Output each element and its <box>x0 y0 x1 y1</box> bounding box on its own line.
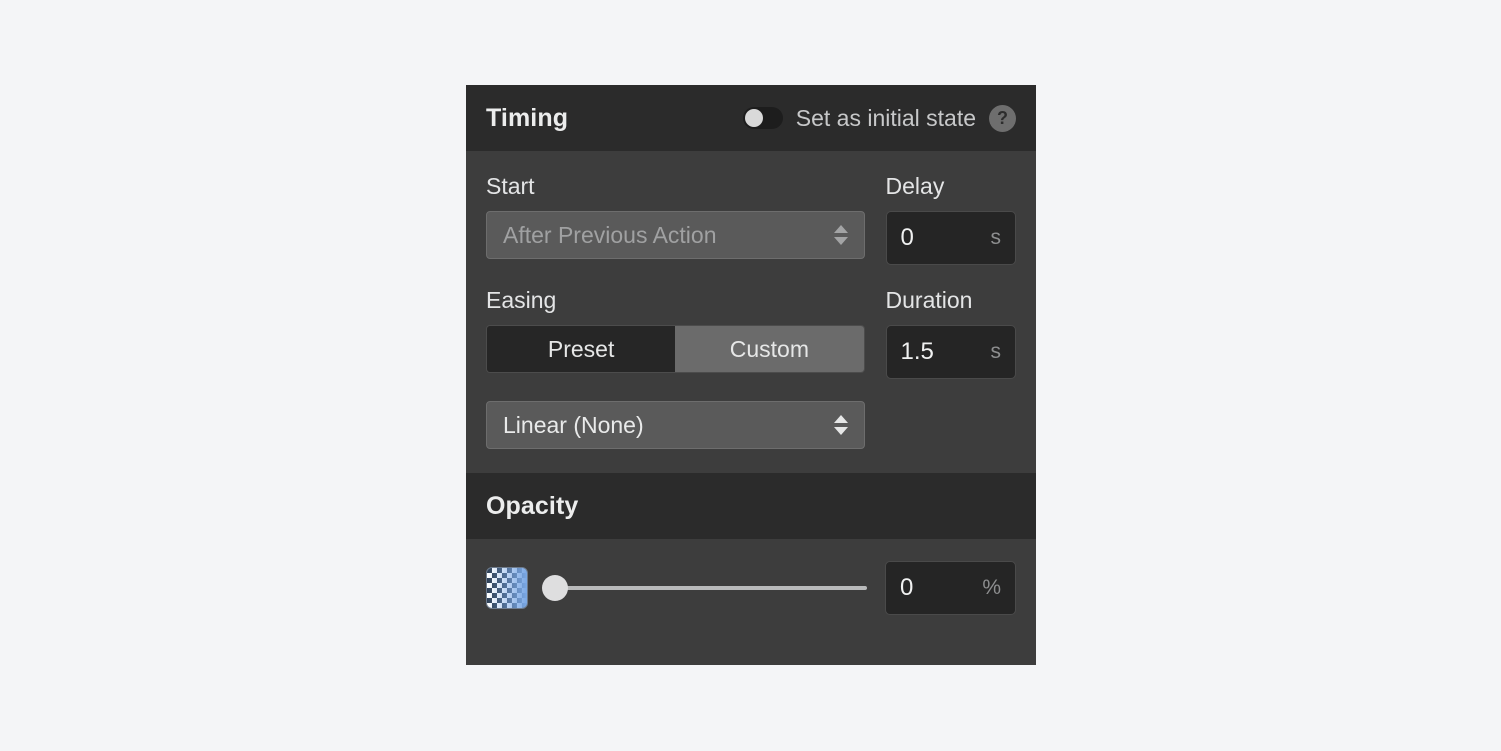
easing-curve-value: Linear (None) <box>503 411 644 438</box>
set-as-initial-state-label: Set as initial state <box>795 104 976 131</box>
easing-curve-spacer <box>886 379 1016 449</box>
delay-value: 0 <box>900 224 914 251</box>
duration-unit: s <box>990 340 1002 363</box>
opacity-slider-track <box>550 586 867 590</box>
timing-header-controls: Set as initial state ? <box>742 104 1016 132</box>
easing-curve-row: Linear (None) <box>486 379 1016 449</box>
easing-curve-select[interactable]: Linear (None) <box>486 401 865 449</box>
easing-duration-label-row: Easing Duration <box>486 265 1016 312</box>
opacity-section-header: Opacity <box>466 473 1036 539</box>
duration-field-wrapper: 1.5 s <box>885 312 1016 379</box>
delay-label: Delay <box>885 173 945 199</box>
delay-field-wrapper: 0 s <box>885 198 1016 265</box>
opacity-slider-thumb[interactable] <box>542 575 568 601</box>
duration-value: 1.5 <box>900 338 934 365</box>
opacity-section-title: Opacity <box>486 491 579 520</box>
timing-bottom-spacer <box>486 449 1016 473</box>
start-select-wrapper: After Previous Action <box>486 198 865 265</box>
timing-section-header: Timing Set as initial state ? <box>466 85 1036 151</box>
easing-mode-custom-button[interactable]: Custom <box>675 326 864 372</box>
easing-mode-preset-button[interactable]: Preset <box>487 326 676 372</box>
easing-mode-wrapper: Preset Custom <box>486 312 865 379</box>
animation-properties-panel: Timing Set as initial state ? Start Dela… <box>466 85 1036 665</box>
toggle-knob <box>744 109 763 127</box>
delay-input[interactable]: 0 s <box>885 211 1016 265</box>
timing-section-body: Start Delay After Previous Action 0 s Ea… <box>466 151 1036 473</box>
set-as-initial-state-toggle[interactable] <box>742 107 783 129</box>
opacity-control-row: 0 % <box>466 539 1036 615</box>
opacity-input[interactable]: 0 % <box>885 561 1016 615</box>
duration-label: Duration <box>885 287 973 313</box>
duration-input[interactable]: 1.5 s <box>885 325 1016 379</box>
easing-curve-wrapper: Linear (None) <box>486 379 865 449</box>
chevron-updown-icon <box>833 225 848 245</box>
opacity-field-wrapper: 0 % <box>885 561 1016 615</box>
start-delay-label-row: Start Delay <box>486 151 1016 198</box>
help-icon[interactable]: ? <box>989 104 1016 132</box>
start-select[interactable]: After Previous Action <box>486 211 865 259</box>
start-select-value: After Previous Action <box>503 221 717 248</box>
easing-mode-segmented-control: Preset Custom <box>486 325 865 373</box>
timing-section-title: Timing <box>486 103 569 132</box>
start-delay-control-row: After Previous Action 0 s <box>486 198 1016 265</box>
opacity-value: 0 <box>900 574 914 601</box>
start-label: Start <box>486 173 535 199</box>
delay-unit: s <box>990 226 1002 249</box>
easing-label: Easing <box>486 287 557 313</box>
opacity-slider[interactable] <box>542 567 875 609</box>
opacity-preview-swatch <box>486 567 528 609</box>
opacity-unit: % <box>982 576 1001 599</box>
chevron-updown-icon <box>833 415 848 435</box>
easing-duration-control-row: Preset Custom 1.5 s <box>486 312 1016 379</box>
